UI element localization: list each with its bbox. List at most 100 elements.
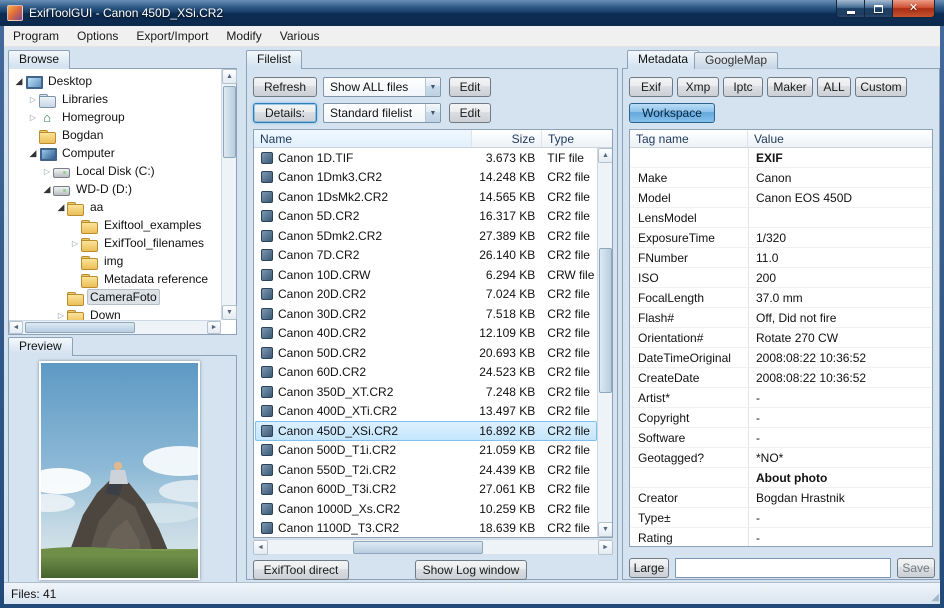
expander-expanded-icon[interactable]: ◢ [27,148,39,159]
save-button[interactable]: Save [897,558,935,578]
tab-preview[interactable]: Preview [8,337,73,356]
metadata-row-fnumber[interactable]: FNumber 11.0 [631,248,931,268]
file-row-canon-1100d-t3-cr2[interactable]: Canon 1100D_T3.CR2 18.639 KB CR2 file [255,519,597,538]
exif-filter-button[interactable]: Exif [629,77,673,97]
maker-filter-button[interactable]: Maker [767,77,813,97]
tree-item-desktop[interactable]: ◢ Desktop [10,72,221,90]
file-row-canon-600d-t3i-cr2[interactable]: Canon 600D_T3i.CR2 27.061 KB CR2 file [255,480,597,500]
file-row-canon-10d-crw[interactable]: Canon 10D.CRW 6.294 KB CRW file [255,265,597,285]
expander-collapsed-icon[interactable]: ▷ [27,113,39,122]
titlebar[interactable]: ExifToolGUI - Canon 450D_XSi.CR2 ✕ [0,0,944,26]
metadata-row-software[interactable]: Software - [631,428,931,448]
metadata-row-datetimeoriginal[interactable]: DateTimeOriginal 2008:08:22 10:36:52 [631,348,931,368]
column-header-type[interactable]: Type [542,130,598,147]
menu-export-import[interactable]: Export/Import [127,26,217,46]
large-button[interactable]: Large [629,558,669,578]
tab-metadata[interactable]: Metadata [627,50,700,69]
file-row-canon-20d-cr2[interactable]: Canon 20D.CR2 7.024 KB CR2 file [255,285,597,305]
tree-item-homegroup[interactable]: ▷ ⌂ Homegroup [10,108,221,126]
custom-filter-button[interactable]: Custom [855,77,907,97]
tab-browse[interactable]: Browse [8,50,71,69]
file-row-canon-1d-tif[interactable]: Canon 1D.TIF 3.673 KB TIF file [255,148,597,168]
resize-grip[interactable]: ◢ [931,593,939,603]
scroll-right-icon[interactable]: ► [207,321,221,334]
metadata-row-rating[interactable]: Rating - [631,528,931,546]
file-row-canon-500d-t1i-cr2[interactable]: Canon 500D_T1i.CR2 21.059 KB CR2 file [255,441,597,461]
file-row-canon-5dmk2-cr2[interactable]: Canon 5Dmk2.CR2 27.389 KB CR2 file [255,226,597,246]
column-header-size[interactable]: Size [472,130,542,147]
tree-item-bogdan[interactable]: Bogdan [10,126,221,144]
expander-collapsed-icon[interactable]: ▷ [69,239,81,248]
show-log-button[interactable]: Show Log window [415,560,527,580]
file-row-canon-550d-t2i-cr2[interactable]: Canon 550D_T2i.CR2 24.439 KB CR2 file [255,460,597,480]
menu-modify[interactable]: Modify [217,26,270,46]
xmp-filter-button[interactable]: Xmp [677,77,719,97]
details-edit-button[interactable]: Edit [449,103,491,123]
scroll-up-icon[interactable]: ▲ [222,69,237,84]
tree-item-wd-d-d[interactable]: ◢ WD-D (D:) [10,180,221,198]
expander-expanded-icon[interactable]: ◢ [41,184,53,195]
metadata-row-artist[interactable]: Artist* - [631,388,931,408]
column-header-name[interactable]: Name [254,130,472,147]
file-row-canon-50d-cr2[interactable]: Canon 50D.CR2 20.693 KB CR2 file [255,343,597,363]
workspace-button[interactable]: Workspace [629,103,715,123]
file-row-canon-1000d-xs-cr2[interactable]: Canon 1000D_Xs.CR2 10.259 KB CR2 file [255,499,597,519]
scroll-down-icon[interactable]: ▼ [598,522,612,537]
tag-value-input[interactable] [675,558,891,578]
expander-collapsed-icon[interactable]: ▷ [27,95,39,104]
expander-expanded-icon[interactable]: ◢ [13,76,25,87]
metadata-row-orientation[interactable]: Orientation# Rotate 270 CW [631,328,931,348]
refresh-button[interactable]: Refresh [253,77,317,97]
metadata-row-iso[interactable]: ISO 200 [631,268,931,288]
file-row-canon-7d-cr2[interactable]: Canon 7D.CR2 26.140 KB CR2 file [255,246,597,266]
maximize-button[interactable] [865,0,892,18]
filelist-vertical-scrollbar[interactable]: ▲ ▼ [597,148,612,537]
tree-item-libraries[interactable]: ▷ Libraries [10,90,221,108]
column-header-tag-name[interactable]: Tag name [630,130,748,147]
filelist-horizontal-scrollbar[interactable]: ◄ ► [253,539,613,555]
scroll-left-icon[interactable]: ◄ [9,321,23,334]
tab-filelist[interactable]: Filelist [246,50,303,69]
metadata-row-type[interactable]: Type± - [631,508,931,528]
file-row-canon-350d-xt-cr2[interactable]: Canon 350D_XT.CR2 7.248 KB CR2 file [255,382,597,402]
expander-expanded-icon[interactable]: ◢ [55,202,67,213]
tree-vertical-scrollbar[interactable]: ▲ ▼ [221,69,237,320]
metadata-row-exif[interactable]: EXIF [631,148,931,168]
column-header-value[interactable]: Value [748,130,932,147]
metadata-row-geotagged[interactable]: Geotagged? *NO* [631,448,931,468]
metadata-row-about-photo[interactable]: About photo [631,468,931,488]
tree-hscroll-thumb[interactable] [25,322,135,333]
tree-item-down[interactable]: ▷ Down [10,306,221,320]
menu-various[interactable]: Various [271,26,329,46]
file-row-canon-40d-cr2[interactable]: Canon 40D.CR2 12.109 KB CR2 file [255,324,597,344]
filelist-scroll-thumb[interactable] [599,248,612,393]
file-row-canon-400d-xti-cr2[interactable]: Canon 400D_XTi.CR2 13.497 KB CR2 file [255,402,597,422]
all-filter-button[interactable]: ALL [817,77,851,97]
filter-edit-button[interactable]: Edit [449,77,491,97]
tree-item-computer[interactable]: ◢ Computer [10,144,221,162]
metadata-row-creator[interactable]: Creator Bogdan Hrastnik [631,488,931,508]
metadata-row-flash[interactable]: Flash# Off, Did not fire [631,308,931,328]
metadata-row-focallength[interactable]: FocalLength 37.0 mm [631,288,931,308]
file-row-canon-1dmk3-cr2[interactable]: Canon 1Dmk3.CR2 14.248 KB CR2 file [255,168,597,188]
scroll-up-icon[interactable]: ▲ [598,148,612,163]
metadata-row-lensmodel[interactable]: LensModel [631,208,931,228]
tree-item-img[interactable]: img [10,252,221,270]
scroll-left-icon[interactable]: ◄ [253,540,268,555]
expander-collapsed-icon[interactable]: ▷ [55,311,67,320]
details-button[interactable]: Details: [253,103,317,123]
filelist-hscroll-thumb[interactable] [353,541,483,554]
file-filter-dropdown[interactable]: Show ALL files ▼ [323,77,441,97]
file-row-canon-5d-cr2[interactable]: Canon 5D.CR2 16.317 KB CR2 file [255,207,597,227]
scroll-down-icon[interactable]: ▼ [222,305,237,320]
exiftool-direct-button[interactable]: ExifTool direct [253,560,349,580]
tree-item-exiftool-examples[interactable]: Exiftool_examples [10,216,221,234]
tree-item-aa[interactable]: ◢ aa [10,198,221,216]
expander-collapsed-icon[interactable]: ▷ [41,167,53,176]
metadata-row-copyright[interactable]: Copyright - [631,408,931,428]
file-row-canon-1dsmk2-cr2[interactable]: Canon 1DsMk2.CR2 14.565 KB CR2 file [255,187,597,207]
file-row-canon-450d-xsi-cr2[interactable]: Canon 450D_XSi.CR2 16.892 KB CR2 file [255,421,597,441]
metadata-row-model[interactable]: Model Canon EOS 450D [631,188,931,208]
metadata-row-make[interactable]: Make Canon [631,168,931,188]
metadata-row-createdate[interactable]: CreateDate 2008:08:22 10:36:52 [631,368,931,388]
